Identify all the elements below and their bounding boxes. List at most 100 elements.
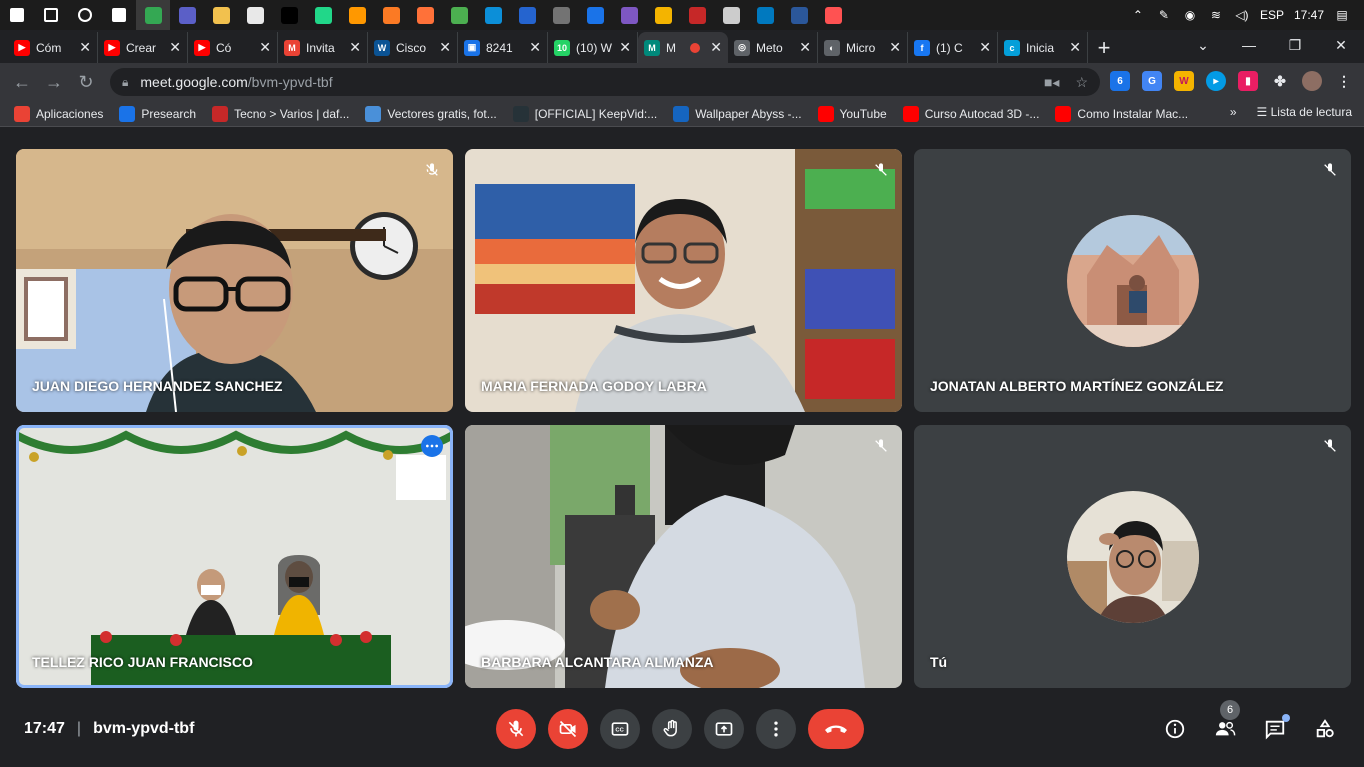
- back-button[interactable]: ←: [6, 72, 38, 93]
- close-tab-icon[interactable]: ✕: [889, 39, 901, 56]
- bookmark-star-icon[interactable]: ☆: [1075, 74, 1088, 91]
- participant-tile[interactable]: TELLEZ RICO JUAN FRANCISCO: [16, 425, 453, 688]
- chat-button[interactable]: [1262, 714, 1290, 742]
- pycharm-icon[interactable]: [306, 0, 340, 30]
- minimize-button[interactable]: —: [1226, 30, 1272, 63]
- participant-tile-self[interactable]: Tú: [914, 425, 1351, 688]
- extension-icon[interactable]: ▮: [1238, 71, 1258, 91]
- bookmark-item[interactable]: Presearch: [119, 105, 196, 122]
- todo-icon[interactable]: [510, 0, 544, 30]
- bookmark-item[interactable]: Curso Autocad 3D -...: [902, 105, 1039, 122]
- settings-icon[interactable]: [714, 0, 748, 30]
- browser-tab[interactable]: c Inicia ✕: [998, 32, 1088, 63]
- more-options-icon[interactable]: [421, 435, 443, 457]
- close-tab-icon[interactable]: ✕: [1069, 39, 1081, 56]
- close-tab-icon[interactable]: ✕: [79, 39, 91, 56]
- extension-icon[interactable]: 6: [1110, 71, 1130, 91]
- teams-icon[interactable]: [170, 0, 204, 30]
- browser-tab[interactable]: ◎ Meto ✕: [728, 32, 818, 63]
- browser-tab[interactable]: ▶ Cóm ✕: [8, 32, 98, 63]
- mic-toggle-button[interactable]: [496, 709, 536, 749]
- bookmark-item[interactable]: Tecno > Varios | daf...: [212, 105, 349, 122]
- address-bar[interactable]: 🔒︎ meet.google.com/bvm-ypvd-tbf ■◂ ☆: [110, 68, 1100, 96]
- translate-extension-icon[interactable]: G: [1142, 71, 1162, 91]
- chrome-icon[interactable]: [136, 0, 170, 30]
- close-tab-icon[interactable]: ✕: [259, 39, 271, 56]
- intellij-icon[interactable]: [272, 0, 306, 30]
- browser-tab[interactable]: M M ✕: [638, 32, 728, 63]
- app-icon[interactable]: [816, 0, 850, 30]
- pen-icon[interactable]: ✎: [1156, 7, 1172, 23]
- chevron-up-icon[interactable]: ⌃: [1130, 7, 1146, 23]
- virtualbox-icon[interactable]: [578, 0, 612, 30]
- menu-icon[interactable]: ⋮: [1334, 71, 1354, 91]
- reading-list-button[interactable]: ☰ Lista de lectura: [1257, 105, 1352, 119]
- present-screen-button[interactable]: [704, 709, 744, 749]
- new-tab-button[interactable]: +: [1088, 32, 1120, 63]
- search-icon[interactable]: [34, 0, 68, 30]
- xampp-icon[interactable]: [374, 0, 408, 30]
- firefox-icon[interactable]: [408, 0, 442, 30]
- participant-tile[interactable]: JUAN DIEGO HERNANDEZ SANCHEZ: [16, 149, 453, 412]
- close-tab-icon[interactable]: ✕: [799, 39, 811, 56]
- more-bookmarks-icon[interactable]: »: [1230, 105, 1237, 119]
- bookmark-item[interactable]: YouTube: [817, 105, 887, 122]
- camera-status-icon[interactable]: ◉: [1182, 7, 1198, 23]
- close-tab-icon[interactable]: ✕: [169, 39, 181, 56]
- sublime-icon[interactable]: [340, 0, 374, 30]
- close-tab-icon[interactable]: ✕: [710, 39, 722, 56]
- close-tab-icon[interactable]: ✕: [619, 39, 631, 56]
- puzzle-icon[interactable]: ✤: [1270, 71, 1290, 91]
- raise-hand-button[interactable]: [652, 709, 692, 749]
- close-tab-icon[interactable]: ✕: [529, 39, 541, 56]
- app-icon[interactable]: [442, 0, 476, 30]
- close-tab-icon[interactable]: ✕: [349, 39, 361, 56]
- taskbar-clock[interactable]: 17:47: [1294, 8, 1324, 22]
- restore-button[interactable]: ❐: [1272, 30, 1318, 63]
- bookmark-item[interactable]: Como Instalar Mac...: [1055, 105, 1188, 122]
- forward-button[interactable]: →: [38, 72, 70, 93]
- bookmark-item[interactable]: Vectores gratis, fot...: [365, 105, 497, 122]
- close-tab-icon[interactable]: ✕: [979, 39, 991, 56]
- bookmark-item[interactable]: Wallpaper Abyss -...: [673, 105, 802, 122]
- cortana-icon[interactable]: [68, 0, 102, 30]
- people-button[interactable]: 6: [1212, 700, 1240, 742]
- browser-tab[interactable]: M Invita ✕: [278, 32, 368, 63]
- camera-permission-icon[interactable]: ■◂: [1044, 74, 1059, 91]
- camera-toggle-button[interactable]: [548, 709, 588, 749]
- bookmark-item[interactable]: Aplicaciones: [14, 105, 103, 122]
- captions-button[interactable]: CC: [600, 709, 640, 749]
- meeting-details-button[interactable]: [1162, 716, 1188, 742]
- tab-search-icon[interactable]: ⌄: [1180, 30, 1226, 63]
- browser-tab[interactable]: W Cisco ✕: [368, 32, 458, 63]
- bookmark-item[interactable]: [OFFICIAL] KeepVid:...: [512, 105, 657, 122]
- browser-tab[interactable]: 10 (10) W ✕: [548, 32, 638, 63]
- wifi-icon[interactable]: ≋: [1208, 7, 1224, 23]
- trello-icon[interactable]: [748, 0, 782, 30]
- extension-icon[interactable]: W: [1174, 71, 1194, 91]
- close-window-button[interactable]: ✕: [1318, 30, 1364, 63]
- participant-tile[interactable]: MARIA FERNADA GODOY LABRA: [465, 149, 902, 412]
- browser-tab[interactable]: f (1) C ✕: [908, 32, 998, 63]
- volume-icon[interactable]: ◁): [1234, 7, 1250, 23]
- reload-button[interactable]: ↻: [70, 72, 102, 93]
- browser-tab[interactable]: ▶ Crear ✕: [98, 32, 188, 63]
- participant-tile[interactable]: JONATAN ALBERTO MARTÍNEZ GONZÁLEZ: [914, 149, 1351, 412]
- close-tab-icon[interactable]: ✕: [439, 39, 451, 56]
- calculator-icon[interactable]: [544, 0, 578, 30]
- more-options-button[interactable]: [756, 709, 796, 749]
- app-icon[interactable]: [238, 0, 272, 30]
- profile-avatar[interactable]: [1302, 71, 1322, 91]
- language-indicator[interactable]: ESP: [1260, 8, 1284, 22]
- browser-tab[interactable]: ▣ 8241 ✕: [458, 32, 548, 63]
- extension-icon[interactable]: ▸: [1206, 71, 1226, 91]
- app-icon[interactable]: [646, 0, 680, 30]
- participant-tile[interactable]: BARBARA ALCANTARA ALMANZA: [465, 425, 902, 688]
- edge-icon[interactable]: [476, 0, 510, 30]
- app-icon[interactable]: [680, 0, 714, 30]
- browser-tab[interactable]: ◐ Micro ✕: [818, 32, 908, 63]
- task-view-icon[interactable]: [102, 0, 136, 30]
- browser-tab[interactable]: ▶ Có ✕: [188, 32, 278, 63]
- file-explorer-icon[interactable]: [204, 0, 238, 30]
- lock-icon[interactable]: 🔒︎: [122, 75, 128, 90]
